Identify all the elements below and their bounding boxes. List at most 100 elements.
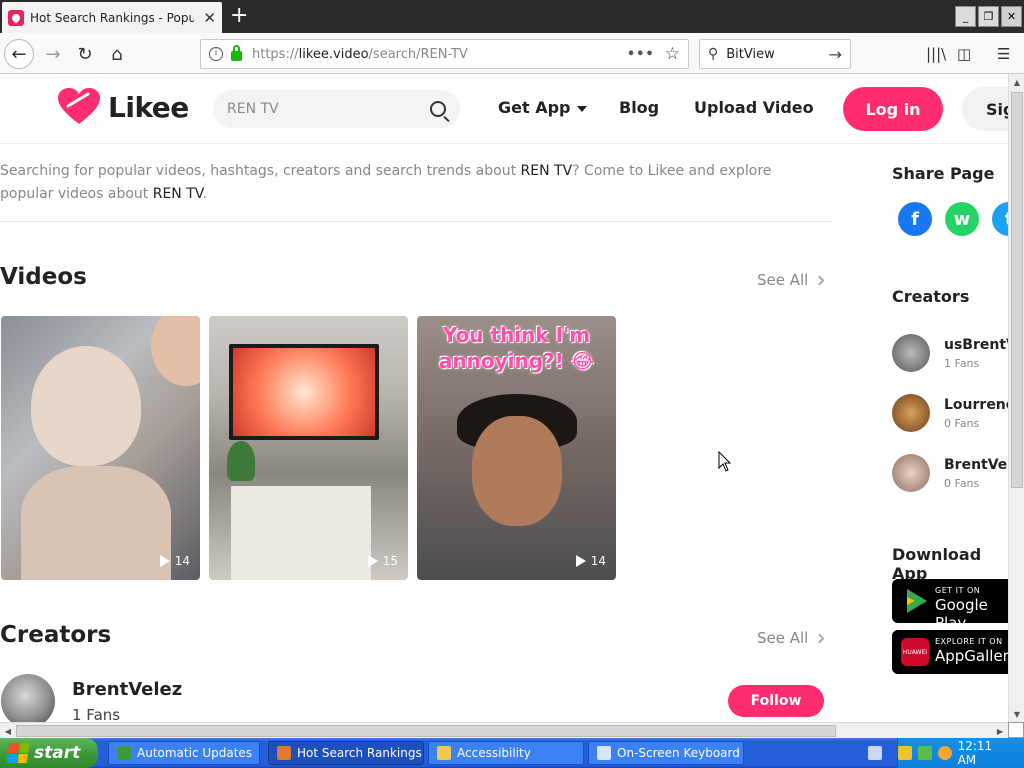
play-count: 15 [367,554,398,568]
window-controls: _ ❐ ✕ [955,6,1022,27]
twitter-icon[interactable]: t [992,202,1008,236]
taskbar-item-label: Automatic Updates [137,746,253,760]
windows-flag-icon [6,743,30,763]
creator-fans: 1 Fans [72,706,121,722]
sidebar-creator-fans: 0 Fans [944,417,980,430]
minimize-button[interactable]: _ [955,6,976,27]
video-card[interactable]: You think I'm annoying?! 😂 14 [417,316,616,580]
creator-name[interactable]: BrentVelez [72,679,182,700]
close-window-button[interactable]: ✕ [1001,6,1022,27]
site-search-input[interactable]: REN TV [213,90,460,128]
videos-see-all-link[interactable]: See All [757,271,825,289]
library-icon[interactable]: |||\ [926,45,946,63]
scrollbar-corner [1008,722,1024,738]
taskbar-item-automatic-updates[interactable]: Automatic Updates [108,741,260,765]
play-icon [367,555,378,567]
likee-favicon-icon [8,9,24,26]
likee-logo[interactable]: Likee [58,88,189,126]
scroll-up-arrow-icon[interactable]: ▲ [1009,74,1024,90]
sidebar-creator-name[interactable]: Lourrence [944,397,1008,413]
back-arrow-icon[interactable]: ← [4,39,34,69]
bookmark-star-icon[interactable]: ☆ [665,44,680,64]
sidebar-toggle-icon[interactable]: ◫ [957,45,971,63]
avatar[interactable] [892,454,930,492]
taskbar-item-accessibility[interactable]: Accessibility [428,741,584,765]
login-button[interactable]: Log in [843,87,943,131]
scrollbar-thumb[interactable] [1011,92,1023,488]
search-engine-label: BitView [726,46,775,62]
tab-close-icon[interactable]: ✕ [203,9,216,27]
nav-blog[interactable]: Blog [619,98,659,117]
play-count-value: 15 [382,554,398,568]
creators-see-all-link[interactable]: See All [757,629,825,647]
video-card[interactable]: 15 [209,316,408,580]
restore-button[interactable]: ❐ [978,6,999,27]
vertical-scrollbar[interactable]: ▲ ▼ [1008,74,1024,722]
taskbar-item-label: Hot Search Rankings ... [297,746,424,760]
creator-list-item[interactable]: BrentVelez 1 Fans Follow [0,674,830,722]
scrollbar-thumb[interactable] [16,725,836,737]
search-tray-icon[interactable] [937,746,952,760]
video-thumbnail-detail [227,441,255,481]
badge-small-text: EXPLORE IT ON [935,637,1003,646]
appgallery-badge[interactable]: HUAWEI EXPLORE IT ON AppGallery [892,630,1008,674]
clock[interactable]: 12:11 AM [958,739,1014,767]
video-card[interactable]: 14 [1,316,200,580]
start-button[interactable]: start [0,738,98,768]
scroll-down-arrow-icon[interactable]: ▼ [1009,706,1024,722]
scroll-left-arrow-icon[interactable]: ◀ [0,723,16,739]
taskbar-item-on-screen-keyboard[interactable]: On-Screen Keyboard [588,741,744,765]
sidebar-creator-item[interactable]: Lourrence 0 Fans [892,394,1008,434]
intro-search-term: REN TV [152,186,203,202]
google-play-badge[interactable]: GET IT ON Google Play [892,579,1008,632]
browser-search-bar[interactable]: ⚲ BitView → [699,39,851,69]
nav-get-app[interactable]: Get App [498,98,587,117]
scroll-right-arrow-icon[interactable]: ▶ [992,723,1008,739]
badge-small-text: GET IT ON [935,586,981,595]
see-all-label: See All [757,629,809,647]
follow-button[interactable]: Follow [728,685,824,717]
horizontal-scrollbar[interactable]: ◀ ▶ [0,722,1008,738]
start-label: start [34,743,81,763]
folder-icon [437,746,451,760]
search-icon[interactable] [430,101,446,117]
hamburger-menu-icon[interactable]: ☰ [997,45,1010,63]
sidebar-creator-name[interactable]: usBrentVe [944,337,1008,353]
url-bar[interactable]: i https://likee.video/search/REN-TV ••• … [200,39,689,69]
sidebar-creator-name[interactable]: BrentVele [944,457,1008,473]
windows-taskbar: start Automatic Updates Hot Search Ranki… [0,738,1024,768]
avatar[interactable] [892,334,930,372]
reload-icon[interactable]: ↻ [70,39,100,69]
whatsapp-icon[interactable]: w [945,202,979,236]
network-icon[interactable] [917,746,932,760]
intro-search-term: REN TV [520,163,573,179]
play-count-value: 14 [590,554,606,568]
avatar[interactable] [892,394,930,432]
sidebar-creator-item[interactable]: BrentVele 0 Fans [892,454,1008,494]
sidebar-creator-item[interactable]: usBrentVe 1 Fans [892,334,1008,374]
keyboard-tray-icon[interactable] [868,746,882,760]
taskbar-item-browser[interactable]: Hot Search Rankings ... [268,741,424,765]
home-icon[interactable]: ⌂ [102,39,132,69]
intro-text-part: . [202,186,207,202]
sidebar-creator-fans: 0 Fans [944,477,980,490]
huawei-icon: HUAWEI [901,638,929,666]
facebook-icon[interactable]: f [898,202,932,236]
video-thumbnail-detail [31,346,141,466]
page-actions-icon[interactable]: ••• [627,47,655,62]
forward-arrow-icon[interactable]: → [38,39,68,69]
security-shield-icon[interactable] [898,746,912,760]
creators-section-title: Creators [0,622,112,648]
search-go-arrow-icon[interactable]: → [829,45,842,64]
sidebar-creators-title: Creators [892,287,970,306]
browser-tab[interactable]: Hot Search Rankings - Popular and ✕ [2,2,222,33]
signup-button[interactable]: Sig [962,87,1008,131]
chevron-right-icon [814,633,825,644]
windows-update-icon [117,746,131,760]
nav-upload-video[interactable]: Upload Video [694,98,814,117]
share-page-title: Share Page [892,164,995,183]
video-thumbnail-detail [472,416,562,526]
new-tab-icon[interactable]: + [230,4,248,28]
avatar[interactable] [1,674,55,722]
site-info-icon[interactable]: i [209,47,223,61]
